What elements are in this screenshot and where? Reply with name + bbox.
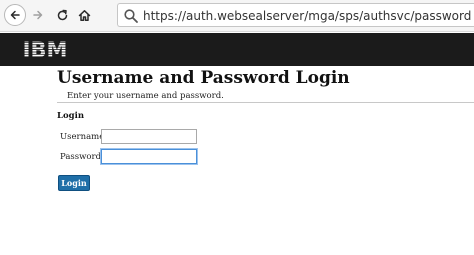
header-divider	[57, 102, 474, 103]
reload-icon	[57, 9, 67, 20]
address-bar[interactable]: https://auth.websealserver/mga/sps/auths…	[117, 3, 474, 27]
forward-arrow-icon	[33, 10, 43, 20]
home-button[interactable]	[75, 4, 93, 26]
ibm-logo: IBM	[23, 38, 68, 60]
login-button[interactable]: Login	[58, 175, 90, 191]
page-title: Username and Password Login	[57, 68, 350, 88]
back-button[interactable]	[4, 4, 26, 26]
username-field[interactable]	[101, 129, 197, 144]
url-text[interactable]: https://auth.websealserver/mga/sps/auths…	[143, 8, 471, 24]
login-section-label: Login	[57, 111, 84, 121]
forward-button[interactable]	[29, 4, 47, 26]
ibm-banner: IBM	[0, 33, 474, 66]
password-field[interactable]	[101, 149, 197, 164]
home-icon	[78, 9, 90, 21]
back-arrow-icon	[10, 10, 20, 20]
password-label: Password:	[60, 152, 104, 162]
ibm-logo-text: IBM	[23, 38, 68, 60]
instructions-text: Enter your username and password.	[67, 91, 224, 101]
reload-button[interactable]	[53, 4, 71, 26]
browser-toolbar: https://auth.websealserver/mga/sps/auths…	[0, 0, 474, 32]
search-icon	[124, 9, 138, 23]
